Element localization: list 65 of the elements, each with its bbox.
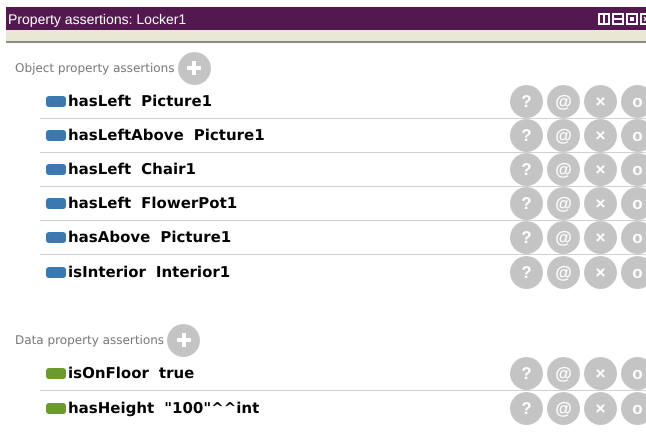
delete-button[interactable]: × [584,119,617,152]
maximize-icon[interactable] [626,12,638,24]
delete-button[interactable]: × [584,357,617,390]
edit-button[interactable]: o [621,119,646,152]
annotate-button[interactable]: @ [547,221,580,254]
delete-button[interactable]: × [584,187,617,220]
object-property-icon [46,198,66,209]
plus-icon [185,59,203,77]
explain-button[interactable]: ? [510,153,543,186]
delete-button[interactable]: × [584,221,617,254]
explain-button[interactable]: ? [510,221,543,254]
explain-button[interactable]: ? [510,85,543,118]
edit-button[interactable]: o [621,85,646,118]
annotate-button[interactable]: @ [547,357,580,390]
annotate-button[interactable]: @ [547,119,580,152]
property-value: Chair1 [141,159,196,180]
explain-button[interactable]: ? [510,392,543,424]
property-name: hasLeft [68,91,132,112]
section-label: Data property assertions [15,332,164,349]
explain-button[interactable]: ? [510,119,543,152]
annotate-button[interactable]: @ [547,187,580,220]
split-horizontal-icon[interactable] [612,12,624,24]
object-property-icon [46,130,66,141]
edit-button[interactable]: o [621,153,646,186]
property-name: hasAbove [68,227,150,248]
annotate-button[interactable]: @ [547,153,580,186]
annotate-button[interactable]: @ [547,392,580,424]
property-value: FlowerPot1 [141,193,238,214]
property-value: Interior1 [156,262,230,283]
data-property-icon [46,402,66,414]
delete-button[interactable]: × [584,153,617,186]
property-name: hasLeft [68,159,132,180]
property-name: isInterior [68,262,146,283]
object-property-icon [46,164,66,175]
edit-button[interactable]: o [621,221,646,254]
close-icon[interactable] [640,12,646,24]
plus-icon [174,331,193,349]
annotate-button[interactable]: @ [547,256,580,288]
property-value: Picture1 [141,91,212,112]
object-property-icon [46,266,66,278]
split-vertical-icon[interactable] [598,12,610,24]
data-property-icon [46,368,66,379]
delete-button[interactable]: × [584,85,617,118]
edit-button[interactable]: o [621,392,646,424]
property-name: hasLeftAbove [68,125,184,146]
delete-button[interactable]: × [584,256,617,288]
explain-button[interactable]: ? [510,357,543,390]
property-value: Picture1 [194,125,265,146]
window-title: Property assertions: Locker1 [8,12,186,26]
explain-button[interactable]: ? [510,256,543,288]
edit-button[interactable]: o [621,187,646,220]
property-value: Picture1 [160,227,232,248]
object-property-icon [46,232,66,243]
edit-button[interactable]: o [621,357,646,390]
edit-button[interactable]: o [621,256,646,288]
delete-button[interactable]: × [584,392,617,424]
property-name: isOnFloor [68,363,149,384]
object-property-icon [46,96,66,107]
property-value: true [158,363,194,384]
property-name: hasHeight [68,398,154,419]
annotate-button[interactable]: @ [547,85,580,118]
explain-button[interactable]: ? [510,187,543,220]
property-value: "100"^^int [164,398,260,419]
property-name: hasLeft [68,193,132,214]
section-label: Object property assertions [15,60,174,77]
